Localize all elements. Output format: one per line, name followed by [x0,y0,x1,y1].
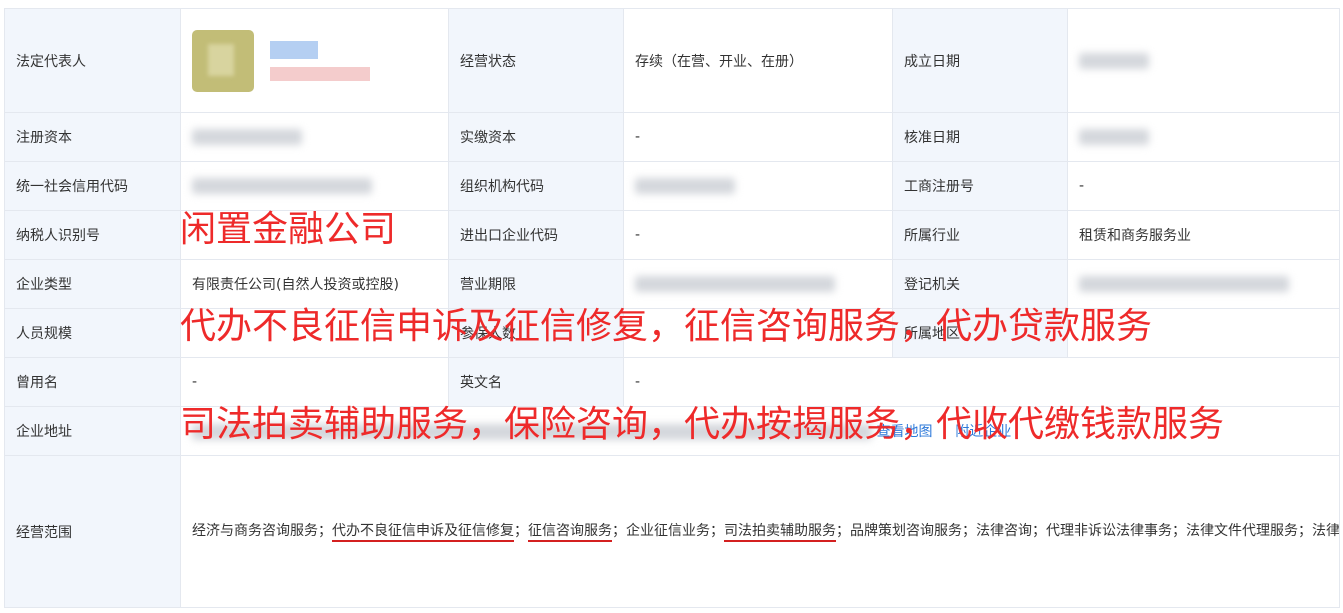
scope-highlight: 司法拍卖辅助服务 [724,523,836,543]
nearby-companies-link[interactable]: 附近企业 [955,424,1011,440]
row-tax: 纳税人识别号 进出口企业代码 - 所属行业 租赁和商务服务业 [4,210,1340,260]
company-type-label: 企业类型 [4,259,181,309]
registry-authority-label: 登记机关 [892,259,1068,309]
former-name-label: 曾用名 [4,357,181,407]
english-name-label: 英文名 [448,357,624,407]
import-export-code-label: 进出口企业代码 [448,210,624,260]
founded-value-redacted [1067,8,1340,113]
address-text-redacted [192,424,872,440]
region-value [1067,308,1340,358]
org-code-value-redacted [623,161,893,211]
row-staff: 人员规模 参保人数 所属地区 [4,308,1340,358]
company-info-table: 法定代表人 经营状态 存续（在营、开业、在册） 成立日期 注册资本 实缴资本 -… [4,8,1340,608]
scope-text: ； [514,523,528,540]
reg-capital-value-redacted [180,112,449,162]
credit-code-label: 统一社会信用代码 [4,161,181,211]
org-code-label: 组织机构代码 [448,161,624,211]
view-map-link[interactable]: 查看地图 [876,424,932,440]
row-capital: 注册资本 实缴资本 - 核准日期 [4,112,1340,162]
region-label: 所属地区 [892,308,1068,358]
scope-text: ；企业征信业务； [612,523,724,540]
taxpayer-id-label: 纳税人识别号 [4,210,181,260]
scope-text: ；品牌策划咨询服务；法律咨询；代理非诉讼法律事务；法律文件代理服务；法律文书代理… [836,523,1340,540]
former-name-value: - [180,357,449,407]
avatar[interactable] [192,29,254,92]
business-scope-value: 经济与商务咨询服务；代办不良征信申诉及征信修复；征信咨询服务；企业征信业务；司法… [180,455,1340,608]
reg-number-label: 工商注册号 [892,161,1068,211]
industry-value: 租赁和商务服务业 [1067,210,1340,260]
business-scope-label: 经营范围 [4,455,181,608]
staff-size-label: 人员规模 [4,308,181,358]
row-type: 企业类型 有限责任公司(自然人投资或控股) 营业期限 登记机关 [4,259,1340,309]
legal-rep-name-redacted[interactable] [270,40,371,81]
status-label: 经营状态 [448,8,624,113]
english-name-value: - [623,357,1340,407]
legal-rep-value [180,8,449,113]
business-term-value-redacted [623,259,893,309]
row-business-scope: 经营范围 经济与商务咨询服务；代办不良征信申诉及征信修复；征信咨询服务；企业征信… [4,455,1340,608]
import-export-code-value: - [623,210,893,260]
business-term-label: 营业期限 [448,259,624,309]
row-codes: 统一社会信用代码 组织机构代码 工商注册号 - [4,161,1340,211]
address-value: 查看地图 附近企业 [180,406,1340,456]
staff-size-value [180,308,449,358]
company-type-value: 有限责任公司(自然人投资或控股) [180,259,449,309]
legal-rep-label: 法定代表人 [4,8,181,113]
row-address: 企业地址 查看地图 附近企业 [4,406,1340,456]
address-label: 企业地址 [4,406,181,456]
insured-count-label: 参保人数 [448,308,624,358]
industry-label: 所属行业 [892,210,1068,260]
reg-capital-label: 注册资本 [4,112,181,162]
reg-number-value: - [1067,161,1340,211]
paid-capital-value: - [623,112,893,162]
scope-highlight: 征信咨询服务 [528,523,612,543]
approval-date-label: 核准日期 [892,112,1068,162]
paid-capital-label: 实缴资本 [448,112,624,162]
founded-label: 成立日期 [892,8,1068,113]
row-legal-rep: 法定代表人 经营状态 存续（在营、开业、在册） 成立日期 [4,8,1340,113]
insured-count-value [623,308,893,358]
taxpayer-id-value [180,210,449,260]
approval-date-value-redacted [1067,112,1340,162]
registry-authority-value-redacted [1067,259,1340,309]
credit-code-value-redacted [180,161,449,211]
row-former-name: 曾用名 - 英文名 - [4,357,1340,407]
scope-highlight: 代办不良征信申诉及征信修复 [332,523,514,543]
status-value: 存续（在营、开业、在册） [623,8,893,113]
scope-text: 经济与商务咨询服务； [192,523,332,540]
